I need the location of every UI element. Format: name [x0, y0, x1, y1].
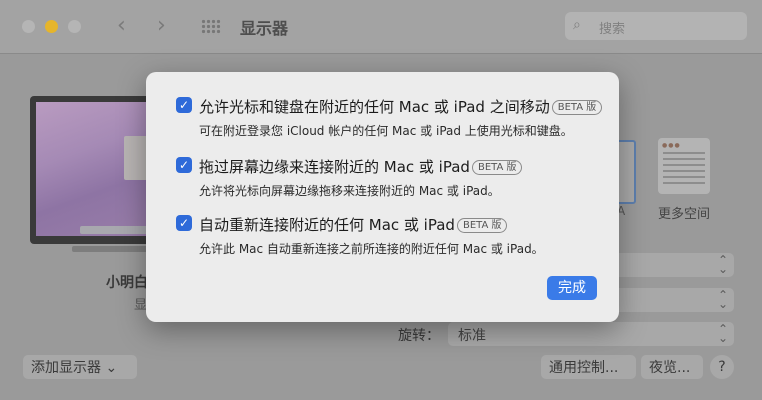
checkbox-move-cursor[interactable]: ✓ — [176, 97, 192, 113]
close-window-button[interactable] — [22, 20, 35, 33]
resolution-option-thumbnail[interactable] — [616, 140, 636, 204]
rotation-select[interactable]: 标准 ⌃ ⌄ — [448, 322, 734, 346]
search-field[interactable]: ⌕ 搜索 — [565, 12, 747, 40]
forward-icon[interactable]: › — [157, 13, 166, 38]
back-icon[interactable]: ‹ — [117, 13, 126, 38]
checkbox-push-through-edge[interactable]: ✓ — [176, 157, 192, 173]
zoom-window-button[interactable] — [68, 20, 81, 33]
chevron-updown-icon: ⌃ ⌄ — [717, 253, 728, 276]
option-description: 可在附近登录您 iCloud 帐户的任何 Mac 或 iPad 上使用光标和键盘… — [199, 124, 573, 138]
option-title-text: 自动重新连接附近的任何 Mac 或 iPad — [199, 216, 455, 234]
checkbox-auto-reconnect[interactable]: ✓ — [176, 215, 192, 231]
beta-badge: BETA 版 — [456, 218, 508, 233]
beta-badge: BETA 版 — [551, 100, 603, 115]
window-title: 显示器 — [240, 19, 289, 38]
display-name: 小明白 — [106, 275, 148, 291]
option-title: 允许光标和键盘在附近的任何 Mac 或 iPad 之间移动 BETA 版 — [199, 96, 603, 117]
option-title-text: 拖过屏幕边缘来连接附近的 Mac 或 iPad — [199, 158, 470, 176]
toolbar: ‹ › 显示器 ⌕ 搜索 — [0, 0, 762, 54]
window-controls-icon: ●●● — [662, 142, 681, 149]
chevron-updown-icon: ⌃ ⌄ — [717, 288, 728, 311]
chevron-updown-icon: ⌃ ⌄ — [717, 322, 728, 345]
done-button[interactable]: 完成 — [547, 276, 597, 300]
add-display-button[interactable]: 添加显示器 ⌄ — [23, 355, 137, 379]
rotation-label: 旋转： — [398, 328, 440, 344]
show-all-grid-icon[interactable] — [201, 19, 221, 35]
search-icon: ⌕ — [573, 17, 581, 33]
beta-badge: BETA 版 — [471, 160, 523, 175]
minimize-window-button[interactable] — [45, 20, 58, 33]
universal-control-sheet: ✓ 允许光标和键盘在附近的任何 Mac 或 iPad 之间移动 BETA 版 可在… — [146, 72, 619, 322]
option-description: 允许此 Mac 自动重新连接之前所连接的附近任何 Mac 或 iPad。 — [199, 242, 544, 256]
text-lines — [663, 152, 705, 188]
rotation-value: 标准 — [458, 328, 486, 344]
general-control-button[interactable]: 通用控制... — [541, 355, 636, 379]
option-title-text: 允许光标和键盘在附近的任何 Mac 或 iPad 之间移动 — [199, 98, 550, 116]
option-title: 自动重新连接附近的任何 Mac 或 iPad BETA 版 — [199, 214, 508, 235]
display-stand — [72, 246, 148, 252]
night-shift-button[interactable]: 夜览... — [641, 355, 703, 379]
option-description: 允许将光标向屏幕边缘拖移来连接附近的 Mac 或 iPad。 — [199, 184, 500, 198]
display-dock — [80, 226, 150, 234]
help-button[interactable]: ? — [710, 355, 734, 379]
more-space-thumbnail[interactable]: ●●● — [658, 138, 710, 194]
option-title: 拖过屏幕边缘来连接附近的 Mac 或 iPad BETA 版 — [199, 156, 523, 177]
search-placeholder: 搜索 — [599, 22, 626, 37]
more-space-label: 更多空间 — [658, 207, 711, 222]
